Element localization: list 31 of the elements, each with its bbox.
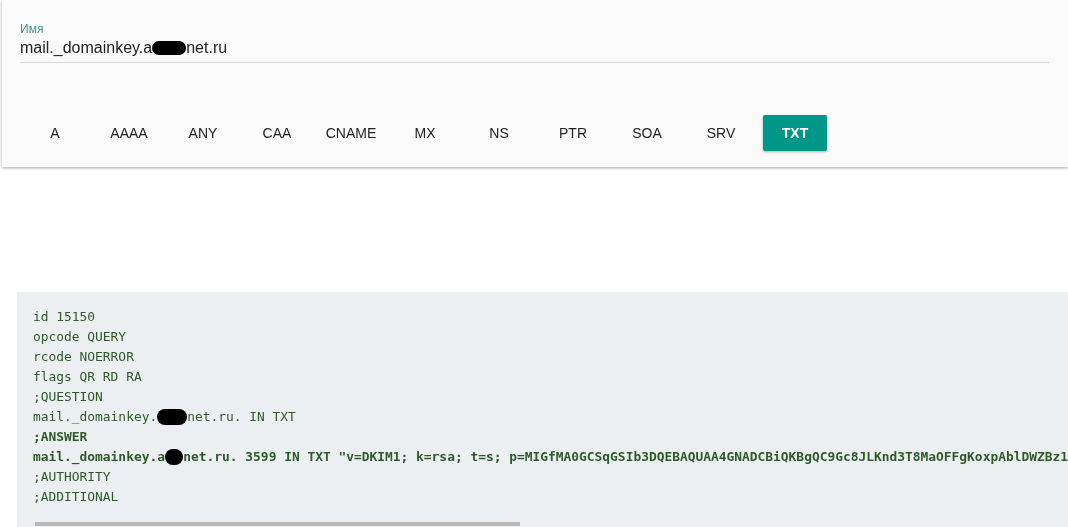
field-value: mail._domainkey.a [20,38,153,58]
record-type-button[interactable]: TXT [763,115,827,151]
output-line: id 15150 [33,308,96,326]
output-line: rcode NOERROR [33,348,134,366]
record-type-button[interactable]: SRV [689,115,753,151]
record-type-button[interactable]: SOA [615,115,679,151]
output-line: net.ru. IN TXT [187,408,296,426]
record-type-button[interactable]: A [23,115,87,151]
record-type-button[interactable]: MX [393,115,457,151]
record-type-button[interactable]: NS [467,115,531,151]
record-type-button[interactable]: PTR [541,115,605,151]
record-type-button[interactable]: CAA [245,115,309,151]
output-line: ;AUTHORITY [33,468,111,486]
output-line: net.ru. 3599 IN TXT "v=DKIM1; k=rsa; t=s; p=MIGfMA0GCSqGSIb3DQEBAQUAA4GNADCBiQKBgQC9Gc8JLKnd3T8MaOFFgKoxpAblDWZBz1 [183,448,1068,466]
output-line: mail._domainkey. [33,408,158,426]
output-line: ;ANSWER [33,428,88,446]
name-field[interactable]: Имя mail._domainkey.a net.ru [20,21,1049,63]
record-type-button[interactable]: ANY [171,115,235,151]
output-line: ;ADDITIONAL [33,488,119,506]
record-type-button[interactable]: AAAA [97,115,161,151]
field-value: net.ru [186,38,228,58]
horizontal-scrollbar[interactable] [35,522,520,526]
redaction-blob [157,409,188,425]
output-line: flags QR RD RA [33,368,142,386]
record-type-button[interactable]: CNAME [319,115,383,151]
output-line: opcode QUERY [33,328,127,346]
redaction-blob [164,449,184,465]
output-line: ;QUESTION [33,388,103,406]
field-label: Имя [20,21,44,37]
output-line: mail._domainkey.a [33,448,165,467]
redaction-blob [152,41,187,55]
